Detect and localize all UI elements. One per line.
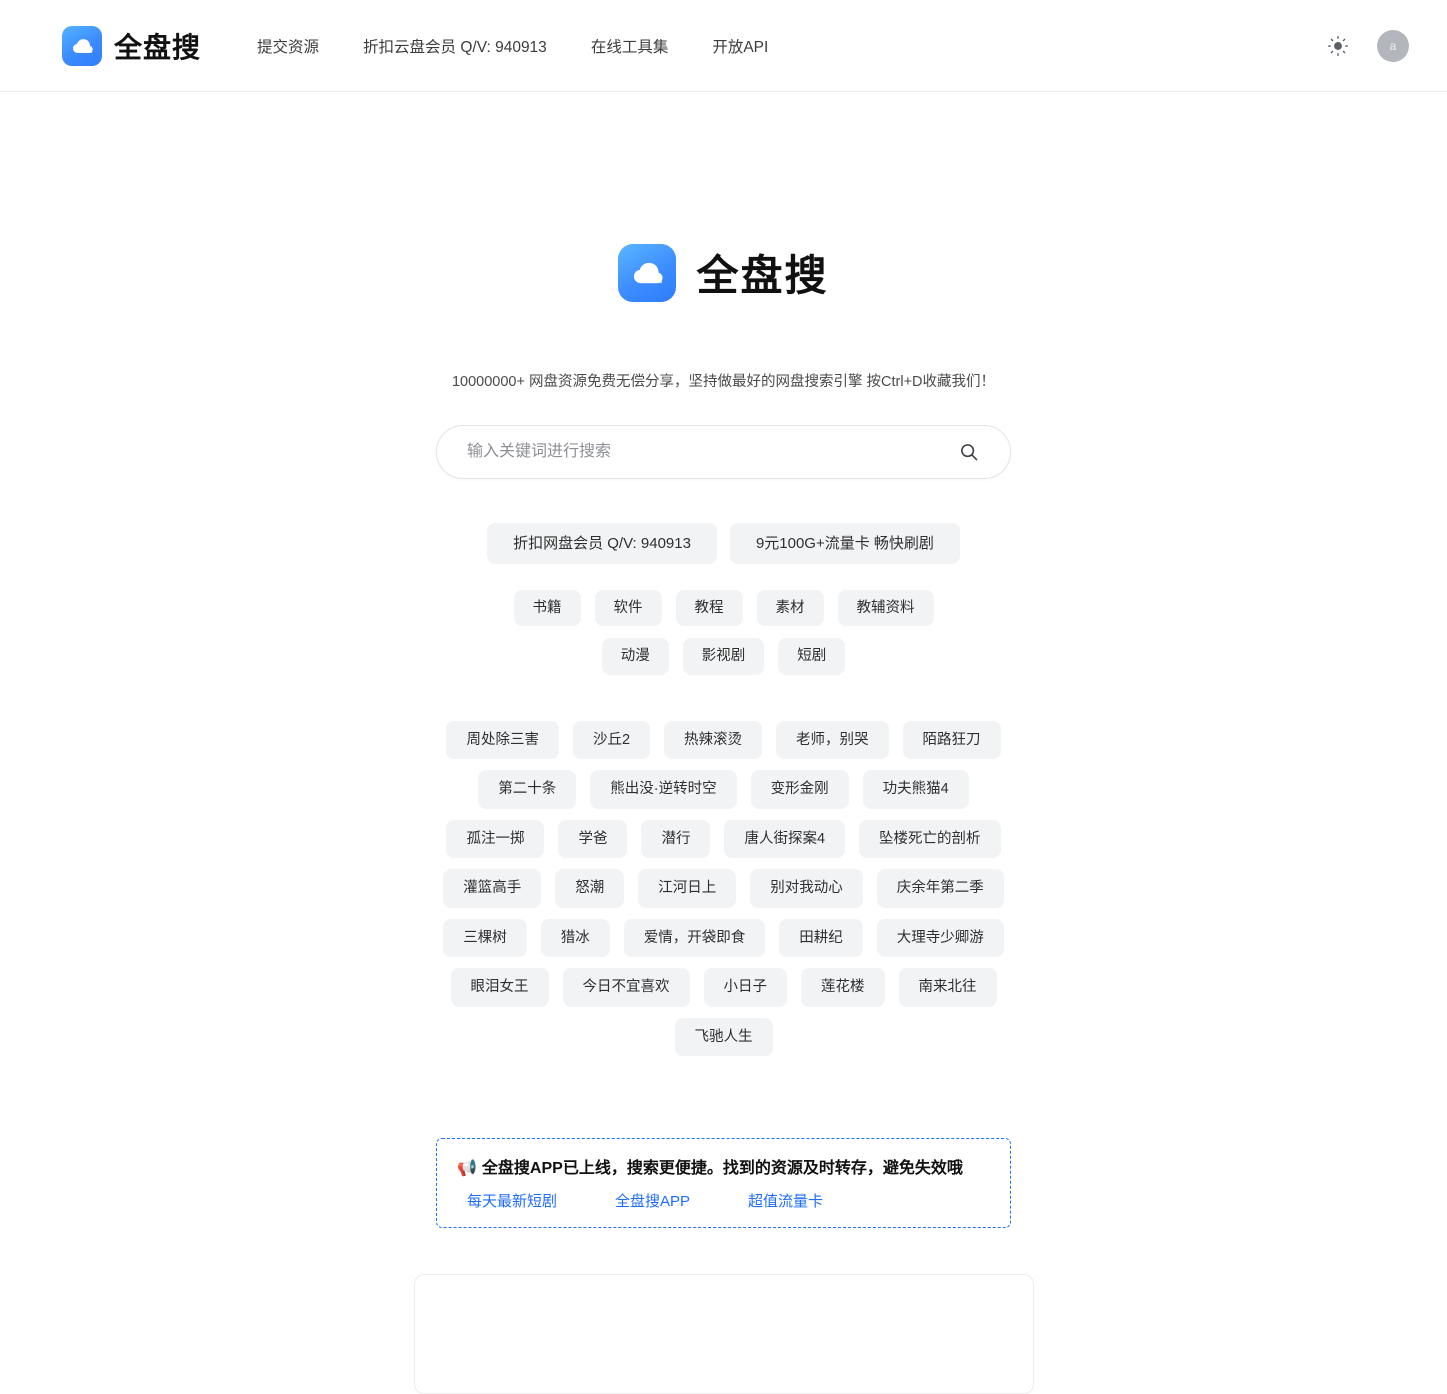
cloud-icon	[618, 243, 677, 302]
hot-chip[interactable]: 熊出没·逆转时空	[590, 770, 737, 809]
promo-chip-data-plan[interactable]: 9元100G+流量卡 畅快刷剧	[729, 522, 960, 564]
hot-chip[interactable]: 江河日上	[638, 869, 737, 908]
search-icon[interactable]	[952, 441, 986, 463]
category-chip-software[interactable]: 软件	[594, 589, 662, 627]
promo-chip-row: 折扣网盘会员 Q/V: 940913 9元100G+流量卡 畅快刷剧	[487, 522, 960, 564]
hot-chip[interactable]: 爱情，开袋即食	[623, 918, 766, 958]
hot-chip[interactable]: 周处除三害	[446, 720, 559, 760]
announcement-message: 全盘搜APP已上线，搜索更便捷。找到的资源及时转存，避免失效哦	[481, 1160, 963, 1178]
hot-keyword-chip-row: 周处除三害 沙丘2 热辣滚烫 老师，别哭 陌路狂刀 第二十条 熊出没·逆转时空 …	[438, 720, 1010, 1057]
cloud-icon	[62, 25, 102, 66]
hot-chip[interactable]: 潜行	[641, 819, 711, 859]
megaphone-icon: 📢	[457, 1160, 477, 1178]
nav-item-open-api[interactable]: 开放API	[690, 29, 790, 63]
hot-chip[interactable]: 老师，别哭	[776, 720, 889, 760]
hot-chip[interactable]: 热辣滚烫	[664, 720, 763, 760]
avatar-letter: a	[1389, 38, 1397, 53]
search-bar[interactable]	[436, 424, 1011, 479]
nav-item-discount-membership[interactable]: 折扣云盘会员 Q/V: 940913	[341, 29, 569, 63]
hot-chip[interactable]: 坠楼死亡的剖析	[859, 819, 1001, 859]
nav-item-submit-resource[interactable]: 提交资源	[235, 29, 341, 63]
hot-chip[interactable]: 怒潮	[555, 869, 625, 908]
search-input[interactable]	[465, 441, 952, 462]
category-chip-short-drama[interactable]: 短剧	[778, 638, 846, 675]
hot-chip[interactable]: 猎冰	[540, 918, 610, 958]
promo-chip-discount-membership[interactable]: 折扣网盘会员 Q/V: 940913	[487, 522, 717, 564]
hot-chip[interactable]: 小日子	[703, 968, 787, 1007]
header-logo-link[interactable]: 全盘搜	[62, 25, 202, 66]
page-title: 全盘搜	[696, 252, 829, 300]
hot-chip[interactable]: 灌篮高手	[443, 869, 542, 908]
announcement-box: 📢 全盘搜APP已上线，搜索更便捷。找到的资源及时转存，避免失效哦 每天最新短剧 …	[436, 1138, 1011, 1229]
category-chip-books[interactable]: 书籍	[513, 589, 581, 627]
nav-item-online-tools[interactable]: 在线工具集	[569, 29, 691, 63]
site-header: 全盘搜 提交资源 折扣云盘会员 Q/V: 940913 在线工具集 开放API	[0, 0, 1447, 92]
announcement-link-app[interactable]: 全盘搜APP	[615, 1190, 690, 1211]
hot-chip[interactable]: 功夫熊猫4	[862, 770, 969, 809]
hot-chip[interactable]: 陌路狂刀	[902, 720, 1001, 760]
announcement-text: 📢 全盘搜APP已上线，搜索更便捷。找到的资源及时转存，避免失效哦	[457, 1157, 990, 1182]
category-chip-film-tv[interactable]: 影视剧	[682, 638, 765, 675]
hot-chip[interactable]: 孤注一掷	[446, 819, 545, 859]
hot-chip[interactable]: 莲花楼	[801, 968, 885, 1007]
content-card-below	[413, 1274, 1034, 1394]
hot-chip[interactable]: 南来北往	[898, 968, 997, 1007]
header-brand-name: 全盘搜	[114, 31, 202, 63]
announcement-link-data-plan[interactable]: 超值流量卡	[748, 1190, 823, 1211]
main-nav: 提交资源 折扣云盘会员 Q/V: 940913 在线工具集 开放API	[235, 29, 790, 63]
announcement-link-daily-short-drama[interactable]: 每天最新短剧	[467, 1190, 557, 1211]
sun-icon[interactable]	[1325, 33, 1351, 59]
hot-chip[interactable]: 三棵树	[443, 918, 527, 958]
hot-chip[interactable]: 今日不宜喜欢	[562, 968, 690, 1007]
header-actions: a	[1325, 29, 1409, 62]
hot-chip[interactable]: 飞驰人生	[674, 1017, 773, 1057]
hot-chip[interactable]: 唐人街探案4	[724, 819, 846, 859]
category-chip-anime[interactable]: 动漫	[601, 638, 669, 675]
hot-chip[interactable]: 沙丘2	[572, 720, 651, 760]
category-chip-tutorials[interactable]: 教程	[675, 589, 743, 627]
hot-chip[interactable]: 大理寺少卿游	[876, 918, 1004, 958]
hot-chip[interactable]: 学爸	[558, 819, 628, 859]
hero-brand: 全盘搜	[618, 214, 828, 331]
avatar[interactable]: a	[1377, 29, 1409, 62]
hot-chip[interactable]: 第二十条	[478, 770, 577, 809]
category-chip-materials[interactable]: 素材	[756, 589, 824, 627]
hot-chip[interactable]: 田耕纪	[779, 918, 863, 958]
hot-chip[interactable]: 别对我动心	[750, 869, 863, 908]
page-main: 全盘搜 10000000+ 网盘资源免费无偿分享，坚持做最好的网盘搜索引擎 按C…	[0, 92, 1447, 1394]
announcement-links: 每天最新短剧 全盘搜APP 超值流量卡	[457, 1190, 990, 1211]
category-chip-row: 书籍 软件 教程 素材 教辅资料 动漫 影视剧 短剧	[474, 589, 974, 675]
hero-subtitle: 10000000+ 网盘资源免费无偿分享，坚持做最好的网盘搜索引擎 按Ctrl+…	[451, 373, 996, 390]
hot-chip[interactable]: 庆余年第二季	[876, 869, 1004, 908]
category-chip-teaching-aids[interactable]: 教辅资料	[837, 589, 934, 627]
hot-chip[interactable]: 变形金刚	[750, 770, 849, 809]
hot-chip[interactable]: 眼泪女王	[450, 968, 549, 1007]
